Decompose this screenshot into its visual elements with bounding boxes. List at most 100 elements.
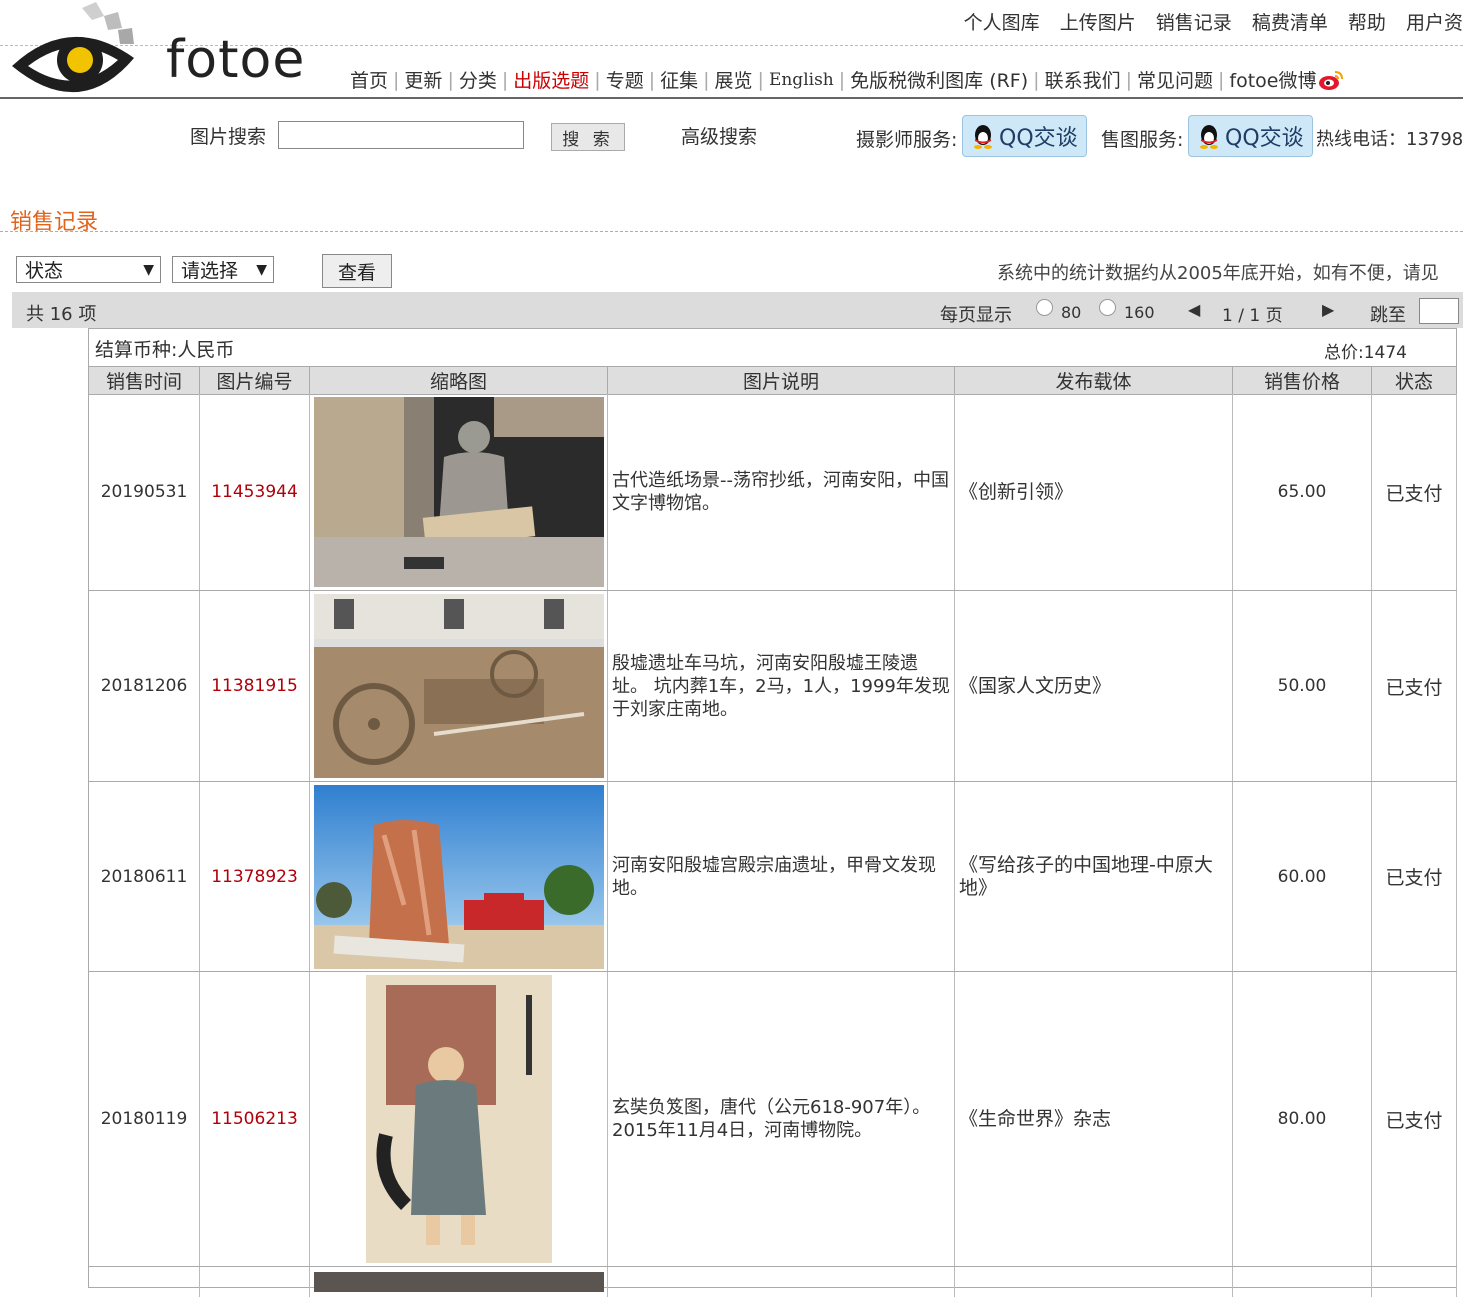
publication-media: 《创新引领》 — [955, 394, 1233, 590]
header-price: 销售价格 — [1233, 367, 1372, 394]
publication-media: 《生命世界》杂志 — [955, 972, 1233, 1266]
sales-qq-button[interactable]: QQ交谈 — [1188, 115, 1313, 157]
table-row: 20181206 11381915 殷墟遗址车马坑，河南安阳殷墟王陵遗址。 坑内… — [89, 591, 1457, 782]
nav-separator: | — [501, 68, 509, 91]
status-select-value: 状态 — [25, 260, 64, 282]
sale-time: 20181206 — [89, 591, 200, 781]
logo-text[interactable]: fotoe — [166, 30, 305, 90]
per-page-80-radio[interactable] — [1036, 299, 1053, 316]
top-nav: 个人图库 上传图片 销售记录 稿费清单 帮助 用户资 — [950, 8, 1463, 35]
next-page-icon[interactable]: ▶ — [1322, 300, 1334, 319]
nav-home[interactable]: 首页 — [350, 66, 388, 93]
weibo-icon[interactable] — [1318, 69, 1344, 91]
nav-exhibitions[interactable]: 展览 — [715, 66, 753, 93]
thumbnail-cell — [310, 591, 608, 781]
header-status: 状态 — [1372, 367, 1457, 394]
advanced-search-link[interactable]: 高级搜索 — [681, 122, 757, 149]
statistics-note: 系统中的统计数据约从2005年底开始，如有不便，请见 — [997, 263, 1439, 284]
publication-media: 《写给孩子的中国地理-中原大地》 — [955, 782, 1233, 971]
image-id-link[interactable]: 11378923 — [200, 782, 310, 971]
table-row: 20190531 11453944 古代造纸场景--荡帘抄纸，河南安阳，中国文字… — [89, 394, 1457, 591]
table-header: 销售时间 图片编号 缩略图 图片说明 发布载体 销售价格 状态 — [89, 366, 1457, 395]
nav-separator: | — [393, 68, 400, 91]
nav-contact[interactable]: 联系我们 — [1045, 66, 1121, 93]
header-media: 发布载体 — [955, 367, 1233, 394]
per-page-160-radio[interactable] — [1099, 299, 1116, 316]
thumbnail-image-chariot-pit[interactable] — [313, 594, 604, 778]
nav-weibo[interactable]: fotoe微博 — [1229, 66, 1316, 93]
dropdown-arrow-icon: ▼ — [143, 261, 154, 278]
nav-collections[interactable]: 征集 — [660, 66, 698, 93]
thumbnail-image-partial[interactable] — [313, 1272, 604, 1292]
nav-categories[interactable]: 分类 — [459, 66, 497, 93]
sale-time: 20180611 — [89, 782, 200, 971]
sale-price: 50.00 — [1233, 591, 1372, 781]
image-description: 殷墟遗址车马坑，河南安阳殷墟王陵遗址。 坑内葬1车，2马，1人，1999年发现于… — [608, 591, 955, 781]
per-page-160-label: 160 — [1124, 303, 1155, 322]
choose-select[interactable]: 请选择 ▼ — [172, 256, 274, 283]
currency-label: 结算币种:人民币 — [95, 339, 235, 361]
nav-publishing-topics[interactable]: 出版选题 — [513, 66, 589, 93]
thumbnail-cell — [310, 972, 608, 1266]
nav-updates[interactable]: 更新 — [404, 66, 442, 93]
nav-english[interactable]: English — [769, 70, 834, 90]
thumbnail-image-yinxu-site[interactable] — [313, 784, 604, 969]
per-page-label: 每页显示 — [940, 305, 1012, 326]
photographer-service-label: 摄影师服务: — [856, 129, 958, 151]
per-page-80-label: 80 — [1061, 303, 1082, 322]
image-id-link[interactable]: 11453944 — [200, 394, 310, 590]
nav-separator: | — [1125, 68, 1132, 91]
image-description: 玄奘负笈图，唐代（公元618-907年）。2015年11月4日，河南博物院。 — [608, 972, 955, 1266]
nav-separator: | — [1033, 68, 1040, 91]
top-nav-help[interactable]: 帮助 — [1348, 12, 1386, 34]
nav-separator: | — [447, 68, 454, 91]
search-button[interactable]: 搜 索 — [551, 123, 625, 151]
jump-page-input[interactable] — [1419, 298, 1459, 324]
photographer-qq-button[interactable]: QQ交谈 — [962, 115, 1087, 157]
qq-penguin-icon — [974, 125, 992, 149]
nav-separator: | — [594, 68, 601, 91]
thumbnail-cell — [310, 394, 608, 590]
status-badge: 已支付 — [1372, 591, 1457, 781]
sale-price: 80.00 — [1233, 972, 1372, 1266]
header-description: 图片说明 — [608, 367, 955, 394]
top-nav-upload[interactable]: 上传图片 — [1060, 12, 1136, 34]
image-id-link[interactable] — [200, 1267, 310, 1297]
nav-separator: | — [648, 68, 656, 91]
qq-chat-label: QQ交谈 — [1225, 126, 1304, 151]
logo-eye-icon[interactable] — [10, 2, 140, 102]
header-thumbnail: 缩略图 — [310, 367, 608, 394]
nav-features[interactable]: 专题 — [606, 66, 644, 93]
table-row: 20180119 11506213 玄奘负笈图，唐代（公元618-907年）。2… — [89, 972, 1457, 1267]
top-nav-royalties[interactable]: 稿费清单 — [1252, 12, 1328, 34]
top-nav-sales-record[interactable]: 销售记录 — [1156, 12, 1232, 34]
sale-time: 20190531 — [89, 394, 200, 590]
image-description: 河南安阳殷墟宫殿宗庙遗址，甲骨文发现地。 — [608, 782, 955, 971]
status-select[interactable]: 状态 ▼ — [16, 256, 161, 283]
thumbnail-image-xuanzang-painting[interactable] — [365, 975, 552, 1263]
image-id-link[interactable]: 11506213 — [200, 972, 310, 1266]
image-id-link[interactable]: 11381915 — [200, 591, 310, 781]
thumbnail-image-papermaking[interactable] — [313, 397, 604, 587]
status-badge: 已支付 — [1372, 972, 1457, 1266]
status-badge: 已支付 — [1372, 782, 1457, 971]
search-input[interactable] — [278, 121, 524, 149]
sale-time: 20180119 — [89, 972, 200, 1266]
status-badge — [1372, 1267, 1457, 1297]
publication-media: 《国家人文历史》 — [955, 591, 1233, 781]
top-nav-my-gallery[interactable]: 个人图库 — [964, 12, 1040, 34]
dropdown-arrow-icon: ▼ — [256, 261, 267, 278]
view-button[interactable]: 查看 — [322, 254, 392, 288]
hotline: 热线电话：13798 — [1316, 129, 1463, 150]
nav-royalty-free[interactable]: 免版税微利图库 (RF) — [850, 66, 1028, 93]
top-nav-user-info[interactable]: 用户资 — [1406, 12, 1463, 34]
choose-select-value: 请选择 — [181, 260, 239, 282]
nav-faq[interactable]: 常见问题 — [1137, 66, 1213, 93]
header-line — [0, 97, 1463, 99]
nav-separator: | — [757, 68, 764, 91]
thumbnail-cell — [310, 782, 608, 971]
section-divider — [0, 231, 1463, 232]
sale-price: 60.00 — [1233, 782, 1372, 971]
prev-page-icon[interactable]: ◀ — [1188, 300, 1200, 319]
header-image-id: 图片编号 — [200, 367, 310, 394]
